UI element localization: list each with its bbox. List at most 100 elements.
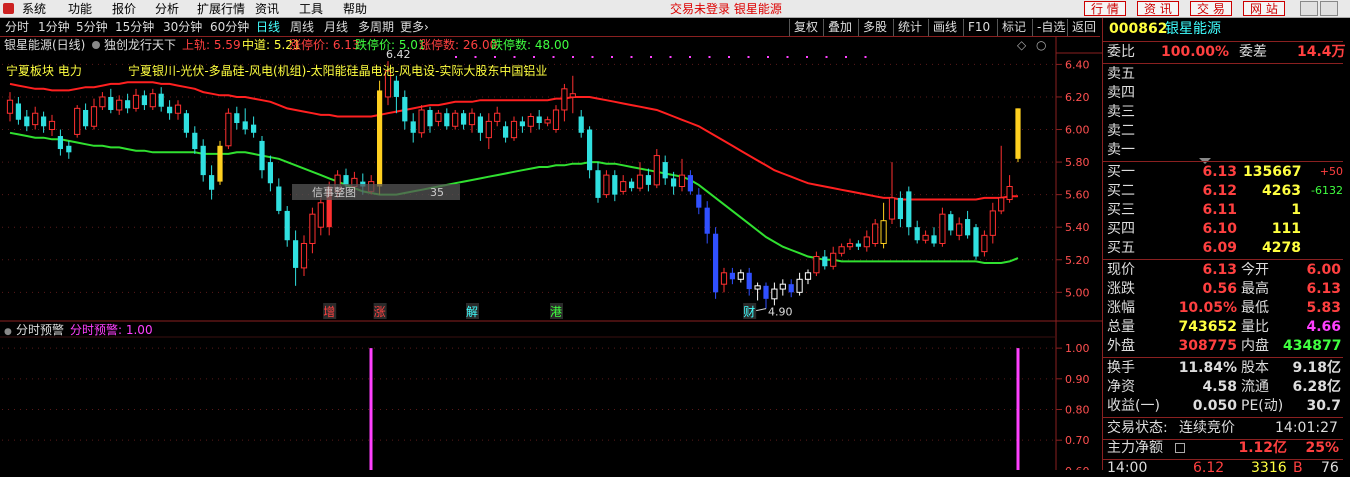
candle-body bbox=[628, 181, 635, 189]
top-button-quote[interactable]: 行 情 bbox=[1084, 1, 1126, 16]
stat-value: 9.18亿 bbox=[1292, 360, 1341, 376]
toolbar-stats-button[interactable]: 统计 bbox=[893, 19, 922, 36]
weicha-label: 委差 bbox=[1239, 44, 1267, 60]
toolbar-back-button[interactable]: 返回 bbox=[1067, 19, 1096, 36]
candle-body bbox=[880, 220, 887, 244]
top-button-trade[interactable]: 交 易 bbox=[1190, 1, 1232, 16]
toolbar-watchlist-button[interactable]: -自选 bbox=[1032, 19, 1065, 36]
menu-item-quote[interactable]: 报价 bbox=[112, 1, 136, 17]
candle-body bbox=[804, 272, 812, 280]
candle-body bbox=[40, 116, 47, 127]
period-tab-1min[interactable]: 1分钟 bbox=[38, 20, 70, 35]
candle-body bbox=[259, 140, 265, 171]
candle-body bbox=[376, 90, 383, 187]
candle-body bbox=[435, 112, 442, 122]
menu-item-news[interactable]: 资讯 bbox=[255, 1, 279, 17]
period-tab-multi[interactable]: 多周期 bbox=[358, 20, 394, 35]
stat-label: 收益(一) bbox=[1107, 398, 1160, 414]
net-flow-pct: 25% bbox=[1305, 440, 1339, 456]
net-flow-detail-icon[interactable] bbox=[1175, 443, 1185, 453]
candle-body bbox=[452, 112, 459, 127]
period-tab-5min[interactable]: 5分钟 bbox=[76, 20, 108, 35]
indicator-settings-icon bbox=[92, 41, 100, 49]
candle-body bbox=[502, 126, 509, 138]
indicator-name: 独创龙行天下 bbox=[104, 38, 176, 52]
net-flow-value: 1.12亿 bbox=[1238, 440, 1287, 456]
period-tab-more[interactable]: 更多› bbox=[400, 20, 429, 35]
menu-item-tools[interactable]: 工具 bbox=[299, 1, 323, 17]
candle-body bbox=[527, 115, 534, 127]
period-tab-daily[interactable]: 日线 bbox=[256, 20, 280, 35]
stat-value: 4.66 bbox=[1306, 319, 1341, 335]
stat-label: 最低 bbox=[1241, 300, 1269, 316]
menu-item-ext-quote[interactable]: 扩展行情 bbox=[197, 1, 245, 17]
stat-value: 6.13 bbox=[1306, 281, 1341, 297]
candle-body bbox=[158, 93, 164, 107]
top-button-news[interactable]: 资 讯 bbox=[1137, 1, 1179, 16]
kline-chart[interactable]: 6.40 6.20 6.00 5.80 5.60 5.40 5.20 5.00 银星能源(日线… bbox=[0, 37, 1102, 470]
period-tab-timeshare[interactable]: 分时 bbox=[5, 20, 29, 35]
y-tick-label: 6.00 bbox=[1065, 124, 1090, 137]
candle-body bbox=[998, 197, 1005, 212]
y-tick-label: 6.20 bbox=[1065, 91, 1090, 104]
stat-label: 总量 bbox=[1107, 319, 1135, 335]
period-tab-30min[interactable]: 30分钟 bbox=[163, 20, 202, 35]
candle-body bbox=[855, 243, 862, 247]
toolbar-draw-button[interactable]: 画线 bbox=[928, 19, 957, 36]
signal-dot bbox=[611, 56, 613, 58]
trade-time: 14:01:27 bbox=[1275, 420, 1338, 436]
bid-row-label: 买四 bbox=[1107, 221, 1135, 237]
candle-body bbox=[720, 272, 728, 285]
candle-body bbox=[838, 246, 845, 254]
candle-body bbox=[922, 234, 929, 241]
menu-item-help[interactable]: 帮助 bbox=[343, 1, 367, 17]
candle-body bbox=[595, 170, 601, 198]
period-tab-15min[interactable]: 15分钟 bbox=[115, 20, 154, 35]
stat-label: 流通 bbox=[1241, 379, 1269, 395]
candle-body bbox=[653, 155, 660, 186]
toolbar-adjust-button[interactable]: 复权 bbox=[789, 19, 818, 36]
menu-item-analysis[interactable]: 分析 bbox=[155, 1, 179, 17]
period-tab-monthly[interactable]: 月线 bbox=[324, 20, 348, 35]
candle-body bbox=[569, 93, 576, 98]
trade-status-label: 交易状态: bbox=[1107, 420, 1168, 436]
candle-body bbox=[670, 178, 677, 187]
event-marker-2: 涨 bbox=[374, 304, 386, 319]
toolbar-multi-stock-button[interactable]: 多股 bbox=[858, 19, 887, 36]
signal-dot bbox=[533, 56, 535, 58]
stat-label: 净资 bbox=[1107, 379, 1135, 395]
toolbar-mark-button[interactable]: 标记 bbox=[997, 19, 1026, 36]
candle-body bbox=[645, 175, 652, 185]
stat-label: 外盘 bbox=[1107, 338, 1135, 354]
tick-side: B bbox=[1293, 460, 1303, 476]
bid-row-volume: 1 bbox=[1291, 202, 1301, 218]
sub-chart-title: 分时预警 bbox=[16, 322, 64, 337]
period-tab-weekly[interactable]: 周线 bbox=[290, 20, 314, 35]
candle-body bbox=[964, 219, 971, 236]
toolbar-f10-button[interactable]: F10 bbox=[963, 19, 990, 36]
net-flow-label: 主力净额 bbox=[1107, 440, 1163, 456]
ask-row-label: 卖五 bbox=[1107, 66, 1135, 82]
tick-price: 6.12 bbox=[1193, 460, 1225, 476]
candle-body bbox=[746, 272, 752, 290]
y-tick-label: 6.40 bbox=[1065, 58, 1090, 71]
period-tab-60min[interactable]: 60分钟 bbox=[210, 20, 249, 35]
minimize-button[interactable] bbox=[1300, 1, 1318, 16]
candle-body bbox=[292, 240, 299, 268]
menu-item-system[interactable]: 系统 bbox=[22, 1, 46, 17]
candle-body bbox=[779, 283, 786, 290]
candle-body bbox=[393, 80, 400, 97]
bid-row-price: 6.13 bbox=[1202, 164, 1237, 180]
signal-dot bbox=[728, 56, 730, 58]
top-button-website[interactable]: 网 站 bbox=[1243, 1, 1285, 16]
candle-body bbox=[141, 95, 148, 106]
restore-button[interactable] bbox=[1320, 1, 1338, 16]
menu-item-function[interactable]: 功能 bbox=[68, 1, 92, 17]
toolbar-overlay-button[interactable]: 叠加 bbox=[823, 19, 852, 36]
sector-line: 宁夏板块 电力 bbox=[6, 63, 82, 78]
weicha-value: 14.4万 bbox=[1297, 44, 1346, 60]
candle-body bbox=[242, 121, 248, 130]
min-price-label: 4.90 bbox=[768, 306, 793, 319]
bid-row-volume: 4263 bbox=[1262, 183, 1301, 199]
bid-row-price: 6.10 bbox=[1202, 221, 1237, 237]
